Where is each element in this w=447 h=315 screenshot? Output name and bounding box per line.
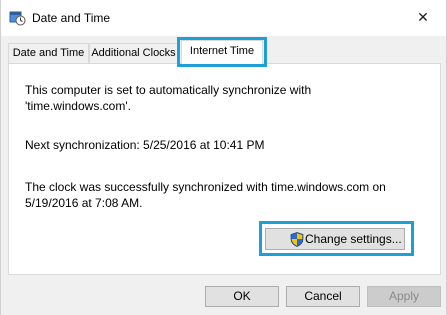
sync-text-line1: This computer is set to automatically sy… — [25, 83, 312, 97]
sync-result-line2: 5/19/2016 at 7:08 AM. — [25, 196, 143, 210]
internet-time-panel: This computer is set to automatically sy… — [8, 63, 441, 275]
sync-text-line2: 'time.windows.com'. — [25, 99, 131, 113]
close-button[interactable]: ✕ — [400, 0, 446, 36]
sync-result: The clock was successfully synchronized … — [25, 179, 386, 211]
sync-description: This computer is set to automatically sy… — [25, 82, 311, 114]
cancel-button[interactable]: Cancel — [286, 286, 360, 307]
window-title: Date and Time — [32, 11, 111, 25]
change-settings-label: Change settings... — [305, 232, 402, 246]
close-icon: ✕ — [417, 10, 429, 26]
sync-result-line1: The clock was successfully synchronized … — [25, 180, 386, 194]
uac-shield-icon — [290, 232, 304, 247]
title-bar: Date and Time ✕ — [1, 0, 446, 36]
tab-additional-clocks[interactable]: Additional Clocks — [89, 43, 178, 63]
change-settings-button[interactable]: Change settings... — [265, 228, 405, 250]
tab-internet-time[interactable]: Internet Time — [181, 40, 263, 64]
date-time-icon — [9, 11, 26, 26]
next-sync-text: Next synchronization: 5/25/2016 at 10:41… — [25, 138, 265, 152]
date-and-time-dialog: Date and Time ✕ Date and Time Additional… — [0, 0, 447, 315]
ok-button[interactable]: OK — [205, 286, 279, 307]
apply-button[interactable]: Apply — [367, 286, 441, 307]
tab-date-and-time[interactable]: Date and Time — [8, 43, 89, 63]
